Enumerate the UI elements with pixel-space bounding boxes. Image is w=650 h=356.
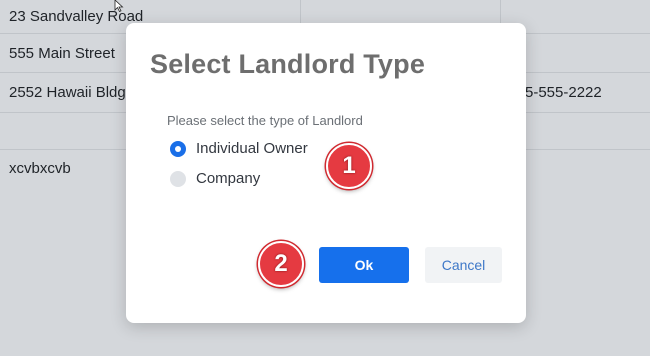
dialog-prompt: Please select the type of Landlord bbox=[167, 113, 363, 128]
radio-company[interactable]: Company bbox=[170, 170, 260, 187]
annotation-badge-1: 1 bbox=[326, 143, 372, 189]
radio-individual-owner[interactable]: Individual Owner bbox=[170, 140, 308, 157]
radio-unchecked-icon[interactable] bbox=[170, 170, 186, 187]
cancel-button[interactable]: Cancel bbox=[425, 247, 502, 283]
dialog-title: Select Landlord Type bbox=[150, 49, 426, 79]
radio-label: Individual Owner bbox=[196, 140, 308, 157]
landlord-type-dialog: Select Landlord Type Please select the t… bbox=[126, 23, 526, 323]
mouse-cursor-icon bbox=[114, 0, 124, 12]
annotation-badge-2: 2 bbox=[258, 241, 304, 287]
radio-checked-icon[interactable] bbox=[170, 140, 186, 157]
ok-button[interactable]: Ok bbox=[319, 247, 409, 283]
radio-label: Company bbox=[196, 170, 261, 187]
